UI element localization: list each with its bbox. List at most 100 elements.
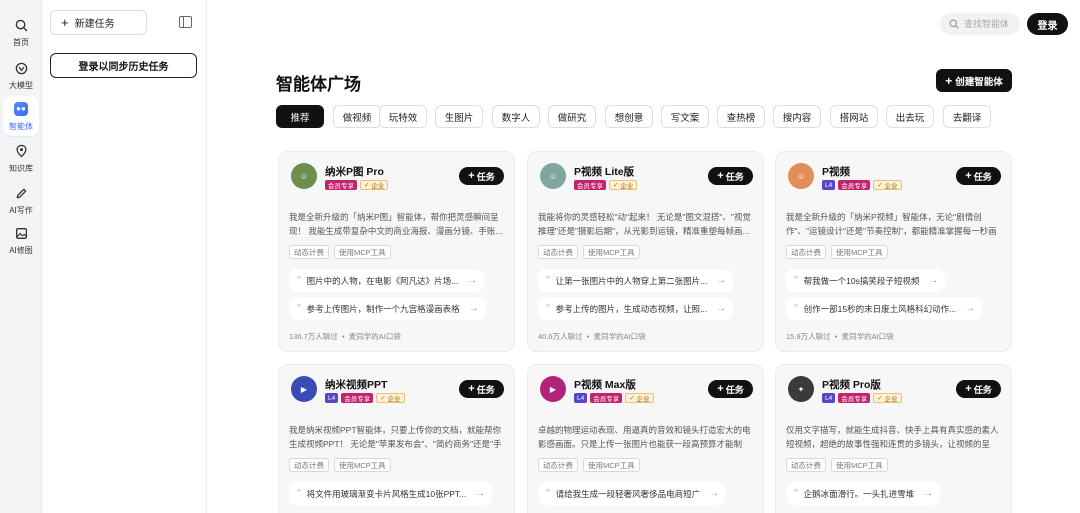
quote-icon: “ [545, 302, 551, 315]
model-icon [12, 59, 30, 77]
search-input[interactable] [964, 19, 1020, 29]
task-button[interactable]: + 任务 [956, 167, 1001, 185]
vip-badge: 会员专享 [590, 393, 623, 403]
rail-item-ai-retouch[interactable]: AI修图 [3, 220, 39, 260]
task-button-label: 任务 [973, 171, 992, 182]
tag: 动态计费 [786, 245, 826, 259]
agent-card[interactable]: ☺ 纳米P图 Pro 会员专享 ✓ 企业 + 任务 我是全新升级的「纳米P图」智能… [278, 151, 515, 352]
login-sync-button[interactable]: 登录以同步历史任务 [50, 53, 197, 78]
arrow-right-icon: → [475, 488, 486, 499]
tag: 使用MCP工具 [334, 458, 391, 472]
tag: 动态计费 [289, 458, 329, 472]
agent-description: 卓越的物理运动表现、用逼真的音效和镜头打造宏大的电影感画面。只是上传一张图片也能… [538, 425, 751, 449]
author-name: 麦同学的AI口袋 [593, 332, 646, 341]
task-button[interactable]: + 任务 [708, 380, 753, 398]
agent-tags: 动态计费 使用MCP工具 [538, 245, 640, 259]
prompt-suggestion[interactable]: “ 帮我做一个10s搞笑段子短视频 → [786, 269, 946, 292]
enterprise-badge-label: 企业 [884, 183, 898, 190]
login-button[interactable]: 登录 [1027, 13, 1068, 35]
enterprise-badge-label: 企业 [636, 396, 650, 403]
task-button-label: 任务 [476, 384, 495, 395]
rail-item-ai-write[interactable]: AI写作 [3, 180, 39, 220]
prompt-text: 企鹅冰面滑行。一头扎进雪堆 [803, 488, 915, 499]
tab-image[interactable]: 生图片 [435, 105, 483, 128]
agent-description: 仅用文字描写，就能生成抖音、快手上具有真实感的素人短视频，超绝的故事性强和连贯的… [786, 425, 999, 449]
agent-card[interactable]: ✦ P视频 Pro版 L4 会员专享 ✓ 企业 + 任务 仅用文字描写，就能生成抖… [775, 364, 1012, 513]
arrow-right-icon: → [928, 275, 939, 286]
plus-icon: + [945, 73, 953, 88]
prompt-suggestion[interactable]: “ 参考上传图片，制作一个九宫格漫画表格 → [289, 297, 486, 320]
prompt-text: 参考上传图片，制作一个九宫格漫画表格 [306, 303, 460, 314]
tab-recommend[interactable]: 推荐 [276, 105, 324, 128]
prompt-text: 参考上传的图片，生成动态视频，让照... [555, 303, 708, 314]
agent-card[interactable]: ☺ P视频 L4 会员专享 ✓ 企业 + 任务 我是全新升级的「纳米P视频」智能体… [775, 151, 1012, 352]
task-button[interactable]: + 任务 [459, 167, 504, 185]
tab-ideas[interactable]: 想创意 [605, 105, 653, 128]
tab-travel[interactable]: 出去玩 [886, 105, 934, 128]
enterprise-badge: ✓ 企业 [360, 180, 389, 190]
quote-icon: “ [296, 274, 302, 287]
level-badge: L4 [574, 393, 588, 403]
agent-avatar: ☺ [788, 163, 814, 189]
plus-icon: + [717, 170, 724, 182]
task-button[interactable]: + 任务 [459, 380, 504, 398]
search-icon [12, 16, 30, 34]
agent-tags: 动态计费 使用MCP工具 [289, 245, 391, 259]
new-task-button[interactable]: + 新建任务 [50, 10, 147, 35]
left-rail: 首页 大模型 ●● 智能体 知识库 AI写作 AI修图 [0, 0, 42, 513]
search-icon [949, 19, 959, 29]
tab-website[interactable]: 搭网站 [830, 105, 878, 128]
prompt-suggestion[interactable]: “ 请给我生成一段轻奢风奢侈品电商短广 → [538, 482, 727, 505]
enterprise-badge-label: 企业 [884, 396, 898, 403]
rail-item-agent[interactable]: ●● 智能体 [3, 96, 39, 136]
task-button[interactable]: + 任务 [956, 380, 1001, 398]
vip-badge: 会员专享 [838, 393, 871, 403]
tab-avatar[interactable]: 数字人 [492, 105, 540, 128]
prompt-suggestion[interactable]: “ 图片中的人物，在电影《阿凡达》片场... → [289, 269, 485, 292]
agent-badges: L4 会员专享 ✓ 企业 [822, 180, 902, 190]
prompt-suggestion[interactable]: “ 让第一张图片中的人物穿上第二张图片... → [538, 269, 734, 292]
vip-badge: 会员专享 [838, 180, 871, 190]
task-button[interactable]: + 任务 [708, 167, 753, 185]
arrow-right-icon: → [709, 488, 720, 499]
arrow-right-icon: → [716, 275, 727, 286]
agent-footer: 136.7万人聊过 • 麦同学的AI口袋 [289, 332, 401, 341]
sidebar-toggle-icon[interactable] [179, 16, 192, 28]
page-title: 智能体广场 [276, 75, 361, 94]
agent-card[interactable]: ☺ P视频 Lite版 会员专享 ✓ 企业 + 任务 我能将你的灵感轻松"动"起来… [527, 151, 764, 352]
enterprise-badge: ✓ 企业 [873, 180, 902, 190]
tab-effects[interactable]: 玩特效 [379, 105, 427, 128]
tab-search[interactable]: 搜内容 [773, 105, 821, 128]
agent-tags: 动态计费 使用MCP工具 [786, 245, 888, 259]
knowledge-icon [12, 142, 30, 160]
prompt-text: 帮我做一个10s搞笑段子短视频 [803, 275, 920, 286]
agent-card[interactable]: ▶ P视频 Max版 L4 会员专享 ✓ 企业 + 任务 卓越的物理运动表现、用逼… [527, 364, 764, 513]
create-agent-button[interactable]: + 创建智能体 [936, 69, 1012, 92]
rail-item-home[interactable]: 首页 [3, 12, 39, 52]
tab-copywriting[interactable]: 写文案 [661, 105, 709, 128]
rail-label-home: 首页 [13, 38, 29, 47]
rail-item-model[interactable]: 大模型 [3, 55, 39, 95]
vip-badge: 会员专享 [325, 180, 357, 190]
quote-icon: “ [296, 487, 302, 500]
agent-card[interactable]: ▶ 纳米视频PPT L4 会员专享 ✓ 企业 + 任务 我是纳米视频PPT智能体，… [278, 364, 515, 513]
search-box[interactable] [940, 13, 1020, 35]
prompt-suggestion[interactable]: “ 将文件用玻璃渐变卡片风格生成10张PPT... → [289, 482, 493, 505]
agent-description: 我是全新升级的「纳米P图」智能体，帮你把灵感瞬间呈现！ 我能生成带复杂中文的商业… [289, 212, 503, 236]
tab-trending[interactable]: 查热榜 [717, 105, 765, 128]
tab-research[interactable]: 做研究 [548, 105, 596, 128]
agent-name: P视频 Lite版 [574, 166, 635, 178]
tag: 动态计费 [289, 245, 329, 259]
tab-translate[interactable]: 去翻译 [943, 105, 991, 128]
prompt-text: 创作一部15秒的末日废土风格科幻动作... [803, 303, 957, 314]
tab-video[interactable]: 做视频 [333, 105, 381, 128]
agent-avatar: ☺ [291, 163, 317, 189]
prompt-suggestion[interactable]: “ 企鹅冰面滑行。一头扎进雪堆 → [786, 482, 941, 505]
agent-badges: L4 会员专享 ✓ 企业 [822, 393, 902, 403]
vip-badge: 会员专享 [341, 393, 374, 403]
rail-item-knowledge[interactable]: 知识库 [3, 138, 39, 178]
prompt-suggestion[interactable]: “ 参考上传的图片，生成动态视频，让照... → [538, 297, 734, 320]
agent-badges: 会员专享 ✓ 企业 [574, 180, 638, 190]
prompt-suggestion[interactable]: “ 创作一部15秒的末日废土风格科幻动作... → [786, 297, 983, 320]
tag: 使用MCP工具 [831, 458, 888, 472]
